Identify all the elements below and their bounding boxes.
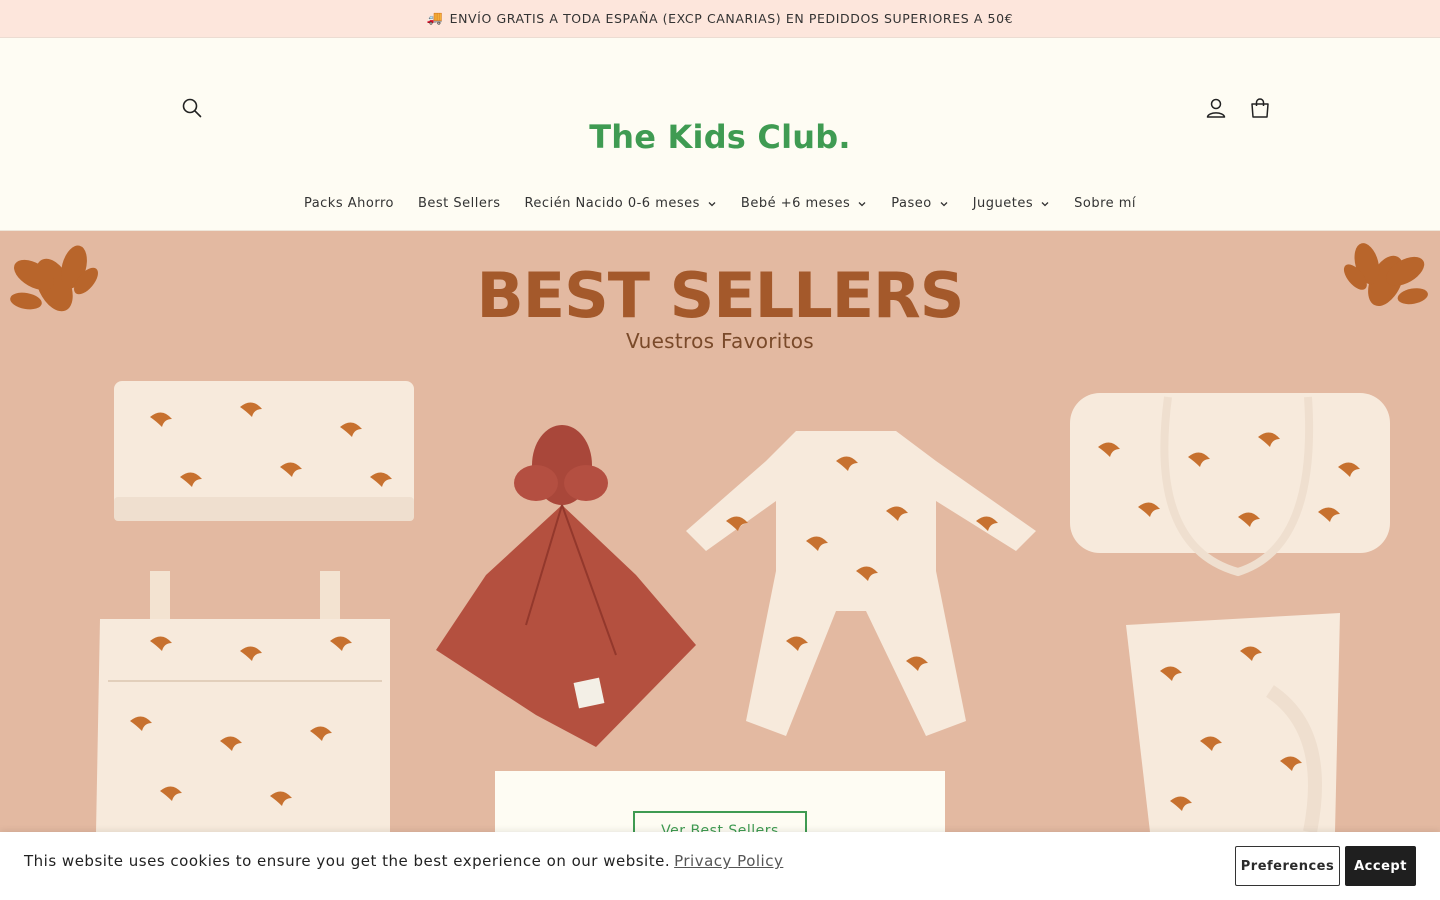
nav-label: Packs Ahorro [303, 196, 394, 211]
truck-icon: 🚚 [426, 11, 444, 26]
cookie-accept-button[interactable]: Accept [1345, 846, 1416, 886]
chevron-down-icon [708, 201, 716, 206]
nav-label: Sobre mí [1074, 196, 1137, 211]
nav-label: Juguetes [972, 196, 1034, 211]
hero-subtitle: Vuestros Favoritos [625, 329, 815, 353]
cart-icon [1251, 98, 1269, 118]
nav-sobre-mi[interactable]: Sobre mí [1062, 196, 1148, 211]
pajama-product-image [686, 431, 1036, 736]
site-header: The Kids Club. Packs Ahorro Best Sellers… [0, 38, 1440, 231]
nav-label: Bebé +6 meses [740, 196, 851, 211]
announcement-bar: 🚚 ENVÍO GRATIS A TODA ESPAÑA (EXCP CANAR… [0, 0, 1440, 38]
announcement-text: ENVÍO GRATIS A TODA ESPAÑA (EXCP CANARIA… [449, 11, 1014, 26]
chevron-down-icon [858, 201, 866, 206]
privacy-policy-link[interactable]: Privacy Policy [674, 852, 783, 870]
cookie-message: This website uses cookies to ensure you … [24, 852, 783, 870]
nav-label: Paseo [891, 196, 932, 211]
blanket-product-image [114, 381, 414, 521]
account-icon [1206, 98, 1226, 118]
nav-recien-nacido[interactable]: Recién Nacido 0-6 meses [512, 196, 728, 211]
nav-bebe[interactable]: Bebé +6 meses [729, 196, 879, 211]
comforter-product-image [436, 425, 696, 747]
nav-packs-ahorro[interactable]: Packs Ahorro [292, 196, 406, 211]
hero-title: BEST SELLERS [476, 259, 965, 332]
nav-label: Recién Nacido 0-6 meses [524, 196, 700, 211]
hero-banner[interactable]: BEST SELLERS Vuestros Favoritos Ver Best… [0, 231, 1440, 832]
main-navigation: Packs Ahorro Best Sellers Recién Nacido … [0, 196, 1440, 211]
changing-mat-product-image [1070, 393, 1390, 577]
nav-juguetes[interactable]: Juguetes [961, 196, 1062, 211]
cart-button[interactable] [1242, 90, 1278, 126]
hero-cta-card: Ver Best Sellers [495, 771, 945, 832]
nav-best-sellers[interactable]: Best Sellers [406, 196, 513, 211]
ruffle-blanket-product-image [1126, 613, 1340, 832]
account-button[interactable] [1198, 90, 1234, 126]
cookie-text: This website uses cookies to ensure you … [24, 852, 671, 870]
view-best-sellers-button[interactable]: Ver Best Sellers [633, 811, 807, 832]
nav-paseo[interactable]: Paseo [879, 196, 960, 211]
cookie-banner: This website uses cookies to ensure you … [0, 832, 1440, 900]
search-icon [182, 98, 202, 118]
nav-label: Best Sellers [417, 196, 501, 211]
chevron-down-icon [940, 201, 948, 206]
cookie-preferences-button[interactable]: Preferences [1235, 846, 1340, 886]
bag-product-image [96, 571, 390, 832]
chevron-down-icon [1041, 201, 1049, 206]
